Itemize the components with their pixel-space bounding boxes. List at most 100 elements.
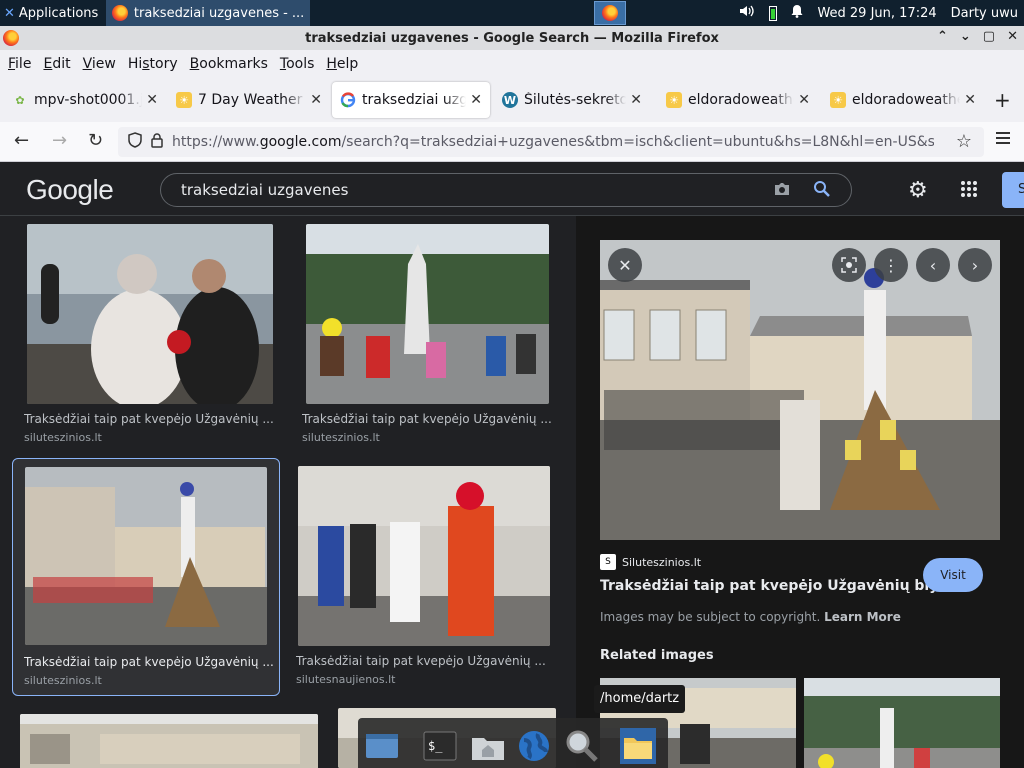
result-thumbnail[interactable] bbox=[25, 467, 267, 645]
window-titlebar: traksedziai uzgavenes - Google Search — … bbox=[0, 26, 1024, 50]
visit-button[interactable]: Visit bbox=[923, 558, 983, 592]
tab-silutes-sekretoriate[interactable]: W Šilutės-sekretoriate ✕ bbox=[494, 82, 650, 118]
preview-source-label[interactable]: Siluteszinios.lt bbox=[622, 556, 701, 569]
result-thumbnail[interactable] bbox=[306, 224, 549, 404]
tracking-shield-icon[interactable] bbox=[128, 132, 142, 152]
forward-arrow-icon[interactable]: → bbox=[52, 130, 67, 151]
result-thumbnail[interactable] bbox=[27, 224, 273, 404]
result-card-selected[interactable]: Traksėdžiai taip pat kvepėjo Užgavėnių .… bbox=[12, 458, 280, 696]
web-browser-globe-icon[interactable] bbox=[516, 728, 552, 764]
tab-label: 7 Day Weather Forecast bbox=[198, 92, 306, 108]
preview-image[interactable]: ✕ ⋮ ‹ › bbox=[600, 240, 1000, 540]
url-text[interactable]: https://www.google.com/search?q=traksedz… bbox=[172, 134, 934, 150]
home-folder-icon[interactable] bbox=[470, 728, 506, 764]
notification-bell-icon[interactable] bbox=[791, 4, 803, 22]
camera-icon[interactable] bbox=[773, 181, 791, 201]
close-tab-icon[interactable]: ✕ bbox=[798, 92, 810, 108]
close-tab-icon[interactable]: ✕ bbox=[310, 92, 322, 108]
tab-bar: ✿ mpv-shot0001.jpg ✕ ☀ 7 Day Weather For… bbox=[0, 78, 1024, 122]
learn-more-link[interactable]: Learn More bbox=[824, 610, 901, 624]
mpv-icon: ✿ bbox=[15, 93, 25, 107]
result-title[interactable]: Traksėdžiai taip pat kvepėjo Užgavėnių .… bbox=[24, 412, 274, 426]
result-card[interactable]: Traksėdžiai taip pat kvepėjo Užgavėnių .… bbox=[14, 216, 278, 450]
result-source[interactable]: siluteszinios.lt bbox=[24, 674, 102, 687]
close-tab-icon[interactable]: ✕ bbox=[964, 92, 976, 108]
close-window-button[interactable]: ✕ bbox=[1007, 29, 1018, 44]
google-apps-grid-icon[interactable] bbox=[961, 181, 977, 197]
tab-eldoradoweather-1[interactable]: ☀ eldoradoweather ✕ bbox=[658, 82, 818, 118]
result-source[interactable]: silutesnaujienos.lt bbox=[296, 673, 396, 686]
terminal-icon[interactable]: $_ bbox=[422, 728, 458, 764]
taskbar-firefox-window[interactable]: traksedziai uzgavenes - ... bbox=[106, 0, 311, 26]
result-card[interactable]: Traksėdžiai taip pat kvepėjo Užgavėnių .… bbox=[292, 458, 562, 692]
more-options-icon[interactable]: ⋮ bbox=[874, 248, 908, 282]
dock-tooltip: /home/dartz bbox=[594, 685, 686, 713]
reload-icon[interactable]: ↻ bbox=[88, 130, 103, 151]
search-query[interactable]: traksedziai uzgavenes bbox=[181, 181, 348, 199]
battery-icon[interactable] bbox=[769, 5, 778, 21]
files-folder-icon[interactable] bbox=[620, 728, 656, 764]
preview-title[interactable]: Traksėdžiai taip pat kvepėjo Užgavėnių b… bbox=[600, 578, 964, 594]
menubar: File Edit View History Bookmarks Tools H… bbox=[0, 50, 1024, 78]
url-bar[interactable]: https://www.google.com/search?q=traksedz… bbox=[118, 127, 984, 157]
menu-history[interactable]: History bbox=[122, 56, 184, 72]
back-arrow-icon[interactable]: ← bbox=[14, 130, 29, 151]
restore-button[interactable]: ⌄ bbox=[960, 29, 971, 44]
result-title[interactable]: Traksėdžiai taip pat kvepėjo Užgavėnių .… bbox=[302, 412, 557, 426]
menu-file[interactable]: File bbox=[2, 56, 37, 72]
search-input[interactable]: traksedziai uzgavenes bbox=[160, 173, 852, 207]
tab-weather-forecast[interactable]: ☀ 7 Day Weather Forecast ✕ bbox=[168, 82, 330, 118]
sign-in-button[interactable]: S bbox=[1002, 172, 1024, 208]
menu-help[interactable]: Help bbox=[320, 56, 364, 72]
new-tab-plus-icon[interactable]: + bbox=[994, 88, 1011, 112]
previous-image-icon[interactable]: ‹ bbox=[916, 248, 950, 282]
result-title[interactable]: Traksėdžiai taip pat kvepėjo Užgavėnių .… bbox=[296, 654, 556, 668]
firefox-launcher-button[interactable] bbox=[594, 1, 626, 25]
battery-level bbox=[771, 9, 776, 19]
tab-mpv-shot[interactable]: ✿ mpv-shot0001.jpg ✕ bbox=[4, 82, 166, 118]
lens-search-icon[interactable] bbox=[832, 248, 866, 282]
desktop-show-icon[interactable] bbox=[364, 728, 400, 764]
settings-gear-icon[interactable]: ⚙ bbox=[908, 178, 928, 203]
search-icon[interactable] bbox=[813, 180, 831, 202]
lock-icon[interactable] bbox=[150, 132, 164, 152]
hamburger-menu-icon[interactable] bbox=[996, 132, 1010, 147]
close-tab-icon[interactable]: ✕ bbox=[630, 92, 642, 108]
close-tab-icon[interactable]: ✕ bbox=[146, 92, 158, 108]
tab-label: Šilutės-sekretoriate bbox=[524, 92, 627, 108]
applications-label: Applications bbox=[18, 5, 99, 21]
close-preview-button[interactable]: ✕ bbox=[608, 248, 642, 282]
close-tab-icon[interactable]: ✕ bbox=[470, 92, 482, 108]
menu-view[interactable]: View bbox=[77, 56, 122, 72]
result-source[interactable]: siluteszinios.lt bbox=[302, 431, 380, 444]
menu-tools[interactable]: Tools bbox=[274, 56, 321, 72]
applications-menu[interactable]: ✕ Applications bbox=[0, 0, 102, 26]
weather-icon: ☀ bbox=[666, 92, 682, 108]
volume-icon[interactable] bbox=[739, 4, 755, 22]
result-thumbnail[interactable] bbox=[298, 466, 550, 646]
result-thumbnail[interactable] bbox=[20, 714, 318, 768]
tab-eldoradoweather-2[interactable]: ☀ eldoradoweather ✕ bbox=[822, 82, 984, 118]
user-name[interactable]: Darty uwu bbox=[951, 6, 1018, 21]
result-title[interactable]: Traksėdžiai taip pat kvepėjo Užgavėnių .… bbox=[24, 655, 274, 669]
xfce-icon: ✕ bbox=[4, 5, 15, 21]
search-magnifier-icon[interactable] bbox=[564, 728, 600, 764]
tab-google-search[interactable]: traksedziai uzgavenes ✕ bbox=[332, 82, 490, 118]
next-image-icon[interactable]: › bbox=[958, 248, 992, 282]
related-images-heading: Related images bbox=[600, 648, 714, 663]
copyright-notice: Images may be subject to copyright. Lear… bbox=[600, 610, 901, 624]
bookmark-star-icon[interactable]: ☆ bbox=[956, 131, 972, 152]
result-source[interactable]: siluteszinios.lt bbox=[24, 431, 102, 444]
menu-bookmarks[interactable]: Bookmarks bbox=[184, 56, 274, 72]
firefox-icon bbox=[3, 30, 19, 46]
result-card[interactable]: Traksėdžiai taip pat kvepėjo Užgavėnių .… bbox=[292, 216, 562, 450]
google-logo[interactable]: Google bbox=[26, 174, 114, 206]
minimize-button[interactable]: ⌃ bbox=[937, 29, 948, 44]
clock[interactable]: Wed 29 Jun, 17:24 bbox=[817, 6, 936, 21]
menu-edit[interactable]: Edit bbox=[37, 56, 76, 72]
task-title: traksedziai uzgavenes - ... bbox=[133, 5, 305, 21]
related-image[interactable] bbox=[804, 678, 1000, 768]
maximize-button[interactable]: ▢ bbox=[983, 29, 995, 44]
preview-source[interactable]: S Siluteszinios.lt bbox=[600, 554, 701, 570]
top-panel: ✕ Applications traksedziai uzgavenes - .… bbox=[0, 0, 1024, 26]
